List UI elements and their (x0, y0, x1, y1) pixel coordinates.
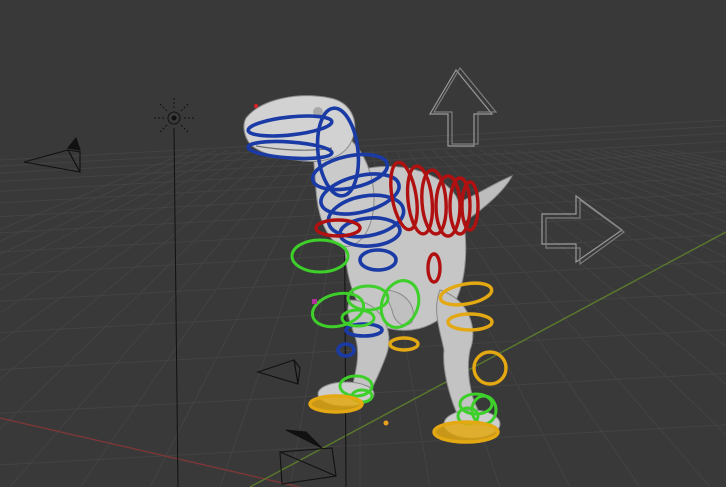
object-origin-dot[interactable] (383, 420, 389, 426)
grid-line (79, 149, 313, 487)
grid-line (647, 149, 726, 170)
marker-dot-red (254, 104, 258, 108)
grid-line (0, 149, 193, 231)
viewport-canvas[interactable] (0, 0, 726, 487)
grid-line (527, 149, 726, 233)
x-axis-line (0, 417, 301, 487)
camera-bottom-icon[interactable] (279, 429, 337, 485)
camera-object-icon[interactable] (23, 136, 82, 173)
camera-small-icon[interactable] (256, 359, 301, 385)
grid-line (671, 149, 726, 163)
3d-viewport[interactable] (0, 0, 726, 487)
light-direction-line (173, 129, 179, 487)
grid-line (599, 149, 726, 188)
grid-line (515, 149, 726, 245)
grid-line (503, 149, 726, 259)
marker-square-magenta (312, 299, 317, 304)
